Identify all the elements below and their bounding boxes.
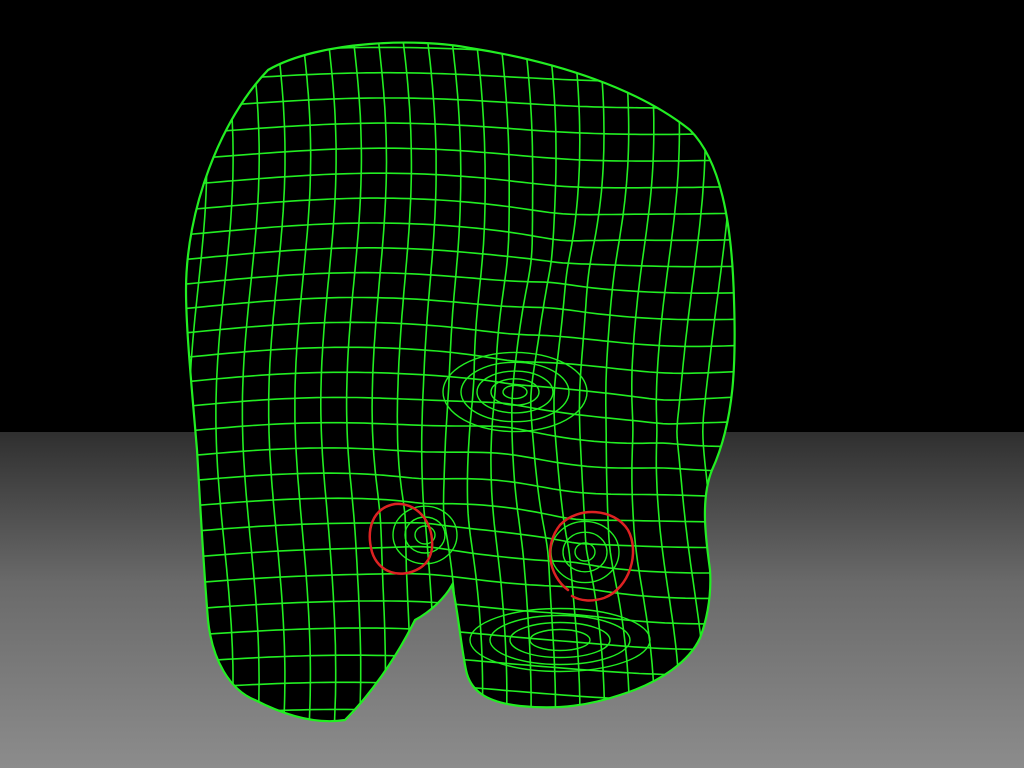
head-mesh[interactable]	[163, 22, 762, 744]
viewport-canvas[interactable]	[0, 0, 1024, 768]
3d-viewport[interactable]	[0, 0, 1024, 768]
